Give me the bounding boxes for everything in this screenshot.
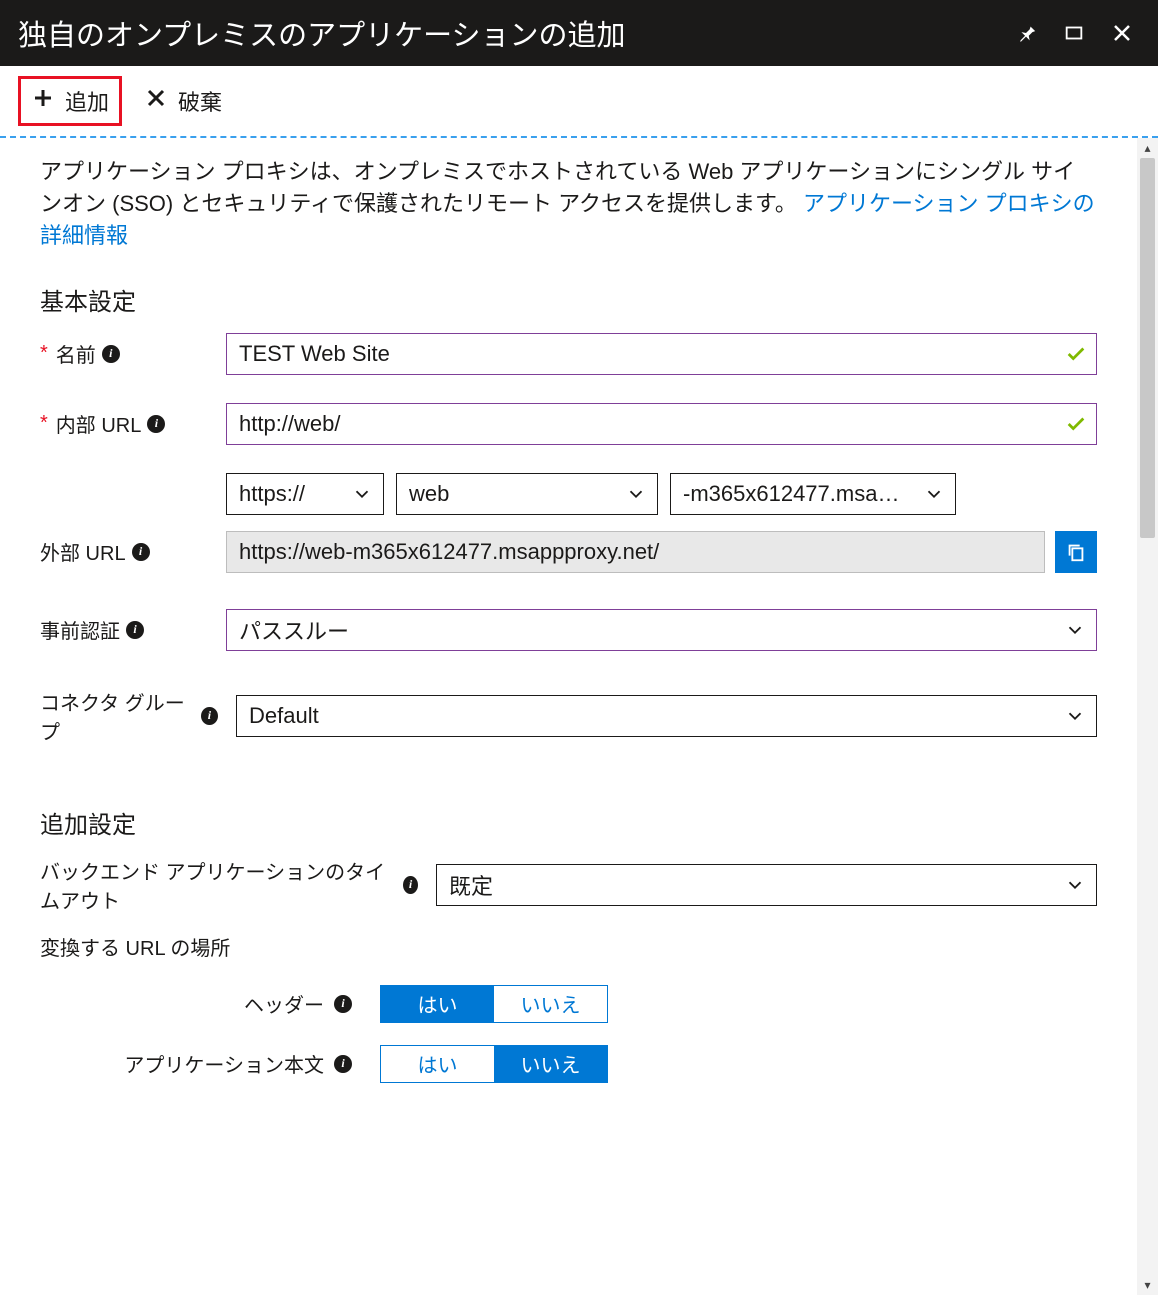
ext-url-scheme-select[interactable]: https:// [226, 473, 384, 515]
name-input[interactable] [226, 333, 1097, 375]
external-url-readonly: https://web-m365x612477.msappproxy.net/ [226, 531, 1045, 573]
copy-button[interactable] [1055, 531, 1097, 573]
label-translate-url: 変換する URL の場所 [40, 932, 1097, 961]
plus-icon [31, 86, 55, 116]
header-toggle: はい いいえ [380, 985, 608, 1023]
chevron-down-icon [351, 483, 373, 505]
info-icon[interactable]: i [334, 1055, 352, 1073]
ext-url-suffix-select[interactable]: -m365x612477.msa… [670, 473, 956, 515]
backend-timeout-select[interactable]: 既定 [436, 864, 1097, 906]
intro-text: アプリケーション プロキシは、オンプレミスでホストされている Web アプリケー… [40, 156, 1097, 252]
chevron-down-icon [1064, 874, 1086, 896]
add-button-label: 追加 [65, 85, 109, 117]
scroll-down-arrow[interactable]: ▾ [1137, 1275, 1158, 1295]
blade-title: 独自のオンプレミスのアプリケーションの追加 [18, 12, 996, 54]
field-row-backend-timeout: バックエンド アプリケーションのタイムアウト i 既定 [40, 856, 1097, 914]
blade-titlebar: 独自のオンプレミスのアプリケーションの追加 [0, 0, 1158, 66]
close-icon [144, 86, 168, 116]
chevron-down-icon [923, 483, 945, 505]
scroll-thumb[interactable] [1140, 158, 1155, 538]
field-row-internal-url: * 内部 URL i [40, 403, 1097, 445]
add-button[interactable]: 追加 [18, 76, 122, 126]
field-row-body-toggle: アプリケーション本文 i はい いいえ [40, 1045, 1097, 1083]
check-icon [1065, 343, 1087, 365]
info-icon[interactable]: i [132, 543, 150, 561]
info-icon[interactable]: i [403, 876, 418, 894]
vertical-scrollbar[interactable]: ▴ ▾ [1137, 138, 1158, 1295]
connector-group-select[interactable]: Default [236, 695, 1097, 737]
ext-url-host-select[interactable]: web [396, 473, 658, 515]
form-scroll: アプリケーション プロキシは、オンプレミスでホストされている Web アプリケー… [0, 138, 1137, 1295]
discard-button-label: 破棄 [178, 85, 222, 117]
field-row-name: * 名前 i [40, 333, 1097, 375]
check-icon [1065, 413, 1087, 435]
field-row-preauth: 事前認証 i パススルー [40, 609, 1097, 651]
discard-button[interactable]: 破棄 [134, 79, 232, 123]
info-icon[interactable]: i [147, 415, 165, 433]
label-internal-url: * 内部 URL i [40, 409, 208, 438]
header-toggle-no[interactable]: いいえ [494, 986, 607, 1022]
label-backend-timeout: バックエンド アプリケーションのタイムアウト i [40, 856, 418, 914]
command-bar: 追加 破棄 [0, 66, 1158, 138]
close-button[interactable] [1104, 15, 1140, 51]
body-toggle: はい いいえ [380, 1045, 608, 1083]
info-icon[interactable]: i [126, 621, 144, 639]
label-name: * 名前 i [40, 339, 208, 368]
internal-url-input[interactable] [226, 403, 1097, 445]
label-external-url: 外部 URL i [40, 537, 208, 566]
field-row-header-toggle: ヘッダー i はい いいえ [40, 985, 1097, 1023]
maximize-button[interactable] [1056, 15, 1092, 51]
pin-button[interactable] [1008, 15, 1044, 51]
field-row-connector-group: コネクタ グループ i Default [40, 687, 1097, 745]
info-icon[interactable]: i [201, 707, 218, 725]
chevron-down-icon [625, 483, 647, 505]
label-header: ヘッダー i [40, 989, 362, 1018]
scroll-up-arrow[interactable]: ▴ [1137, 138, 1158, 158]
header-toggle-yes[interactable]: はい [381, 986, 494, 1022]
body-toggle-yes[interactable]: はい [381, 1046, 494, 1082]
info-icon[interactable]: i [334, 995, 352, 1013]
chevron-down-icon [1064, 705, 1086, 727]
label-connector-group: コネクタ グループ i [40, 687, 218, 745]
section-advanced-heading: 追加設定 [40, 805, 1097, 840]
body-toggle-no[interactable]: いいえ [494, 1046, 607, 1082]
info-icon[interactable]: i [102, 345, 120, 363]
preauth-select[interactable]: パススルー [226, 609, 1097, 651]
section-basic-heading: 基本設定 [40, 282, 1097, 317]
label-preauth: 事前認証 i [40, 615, 208, 644]
label-app-body: アプリケーション本文 i [40, 1049, 362, 1078]
chevron-down-icon [1064, 619, 1086, 641]
field-row-external-url: https:// web [40, 473, 1097, 573]
